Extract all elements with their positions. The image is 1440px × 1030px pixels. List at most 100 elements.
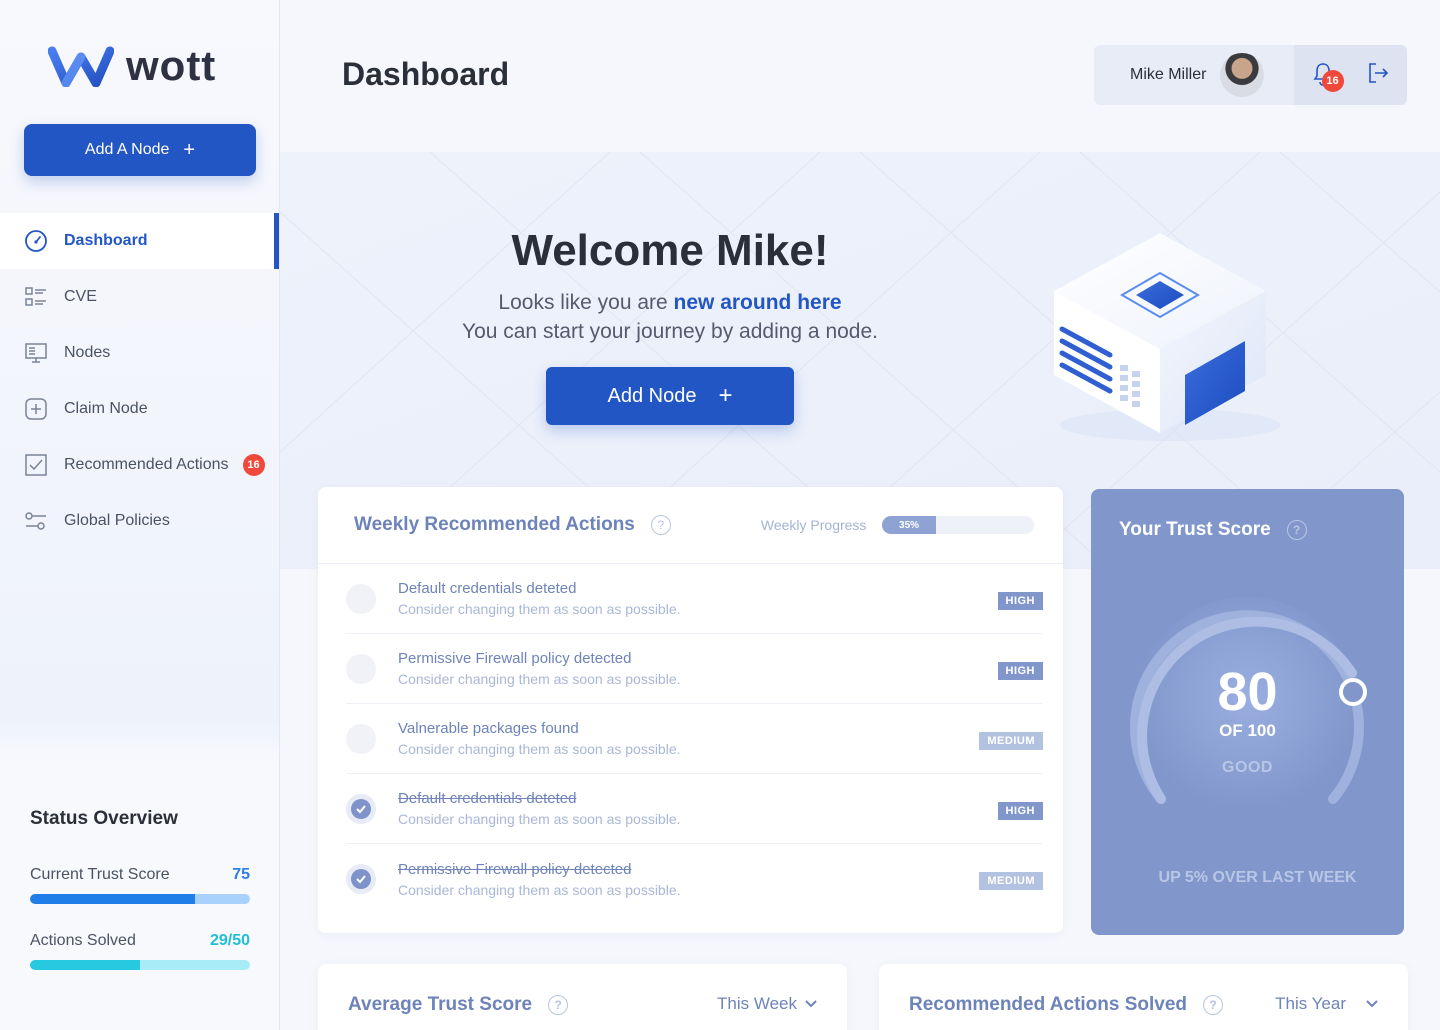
weekly-progress-label: Weekly Progress — [760, 517, 867, 533]
check-icon — [351, 798, 371, 819]
avatar — [1220, 53, 1265, 97]
actions-solved-bar-fill — [30, 960, 140, 970]
severity-badge: HIGH — [997, 662, 1043, 680]
action-subtitle: Consider changing them as soon as possib… — [398, 741, 681, 757]
speedometer-icon — [24, 229, 48, 253]
sidebar-nav: Dashboard CVE Nodes Claim Node Recommend… — [0, 213, 279, 549]
sidebar: wott Add A Node + Dashboard CVE Nodes Cl… — [0, 0, 280, 1030]
action-title: Permissive Firewall policy detected — [398, 650, 632, 667]
trust-score-trend: UP 5% OVER LAST WEEK — [1158, 869, 1357, 886]
average-trust-score-card: Average Trust Score ? This Week — [318, 964, 847, 1030]
action-checkbox[interactable] — [346, 723, 376, 754]
severity-badge: HIGH — [997, 592, 1043, 610]
actions-solved-value: 29/50 — [209, 932, 250, 949]
add-a-node-label: Add A Node — [84, 141, 170, 158]
wott-logo[interactable]: wott — [48, 42, 216, 90]
help-icon[interactable]: ? — [1203, 995, 1224, 1015]
chevron-down-icon — [1366, 1000, 1378, 1008]
action-title: Valnerable packages found — [398, 720, 579, 737]
add-node-button[interactable]: Add Node + — [546, 367, 794, 425]
trust-score-rating: GOOD — [1222, 759, 1273, 776]
plus-icon: + — [718, 382, 733, 409]
list-item[interactable]: Valnerable packages found Consider chang… — [346, 704, 1043, 774]
period-select-value: This Year — [1275, 994, 1346, 1013]
action-subtitle: Consider changing them as soon as possib… — [398, 671, 681, 687]
welcome-text: Welcome Mike! Looks like you are new aro… — [420, 226, 920, 346]
sidebar-item-claim-node[interactable]: Claim Node — [0, 381, 279, 437]
action-checkbox[interactable] — [346, 864, 376, 894]
period-select[interactable]: This Week — [717, 994, 817, 1014]
sidebar-item-recommended-actions[interactable]: Recommended Actions 16 — [0, 437, 279, 493]
welcome-heading: Welcome Mike! — [511, 226, 829, 275]
logout-button[interactable] — [1366, 61, 1390, 90]
action-checkbox[interactable] — [346, 793, 376, 824]
actions-solved-title: Recommended Actions Solved — [909, 994, 1188, 1015]
list-item[interactable]: Default credentials deteted Consider cha… — [346, 564, 1043, 634]
weekly-progress-value: 35% — [899, 519, 920, 531]
action-title: Default credentials deteted — [398, 790, 577, 807]
user-name: Mike Miller — [1130, 66, 1207, 83]
welcome-line1: Looks like you are — [498, 291, 668, 314]
sidebar-item-cve[interactable]: CVE — [0, 269, 279, 325]
action-list: Default credentials deteted Consider cha… — [318, 564, 1063, 914]
help-icon[interactable]: ? — [1286, 520, 1307, 540]
plus-square-icon — [24, 397, 48, 421]
weekly-progress-fill: 35% — [882, 516, 936, 534]
severity-badge: MEDIUM — [979, 872, 1043, 890]
add-a-node-button[interactable]: Add A Node + — [24, 124, 256, 176]
plus-icon: + — [183, 138, 196, 161]
action-checkbox[interactable] — [346, 583, 376, 614]
user-profile[interactable]: Mike Miller — [1094, 45, 1294, 105]
action-subtitle: Consider changing them as soon as possib… — [398, 811, 681, 827]
welcome-line2: You can start your journey by adding a n… — [461, 320, 878, 343]
server-icon — [24, 341, 48, 365]
list-item[interactable]: Permissive Firewall policy detected Cons… — [346, 634, 1043, 704]
average-trust-score-title: Average Trust Score — [348, 994, 533, 1015]
sidebar-item-label: Global Policies — [64, 512, 170, 529]
trust-score-max: OF 100 — [1219, 721, 1276, 740]
sidebar-item-nodes[interactable]: Nodes — [0, 325, 279, 381]
sidebar-item-label: Claim Node — [64, 400, 148, 417]
list-item[interactable]: Permissive Firewall policy detected Cons… — [346, 844, 1043, 914]
notification-count-badge: 16 — [1321, 70, 1344, 92]
recommended-actions-solved-card: Recommended Actions Solved ? This Year — [879, 964, 1408, 1030]
action-checkbox[interactable] — [346, 653, 376, 684]
sidebar-item-label: Nodes — [64, 344, 111, 361]
notification-badge: 16 — [242, 454, 265, 476]
notifications-button[interactable]: 16 — [1312, 62, 1344, 92]
welcome-highlight-link[interactable]: new around here — [674, 291, 842, 314]
severity-badge: MEDIUM — [979, 732, 1043, 750]
action-subtitle: Consider changing them as soon as possib… — [398, 881, 681, 898]
status-overview-title: Status Overview — [30, 808, 178, 829]
trust-score-bar-fill — [30, 894, 195, 904]
logout-icon — [1368, 62, 1388, 83]
logo-mark-icon — [48, 46, 114, 87]
actions-solved-label: Actions Solved — [30, 932, 136, 949]
trust-score-value: 80 — [1217, 662, 1278, 722]
help-icon[interactable]: ? — [650, 515, 671, 535]
sidebar-item-label: Dashboard — [64, 232, 148, 249]
current-trust-score-value: 75 — [232, 866, 250, 883]
user-menu: Mike Miller 16 — [1094, 45, 1407, 105]
list-item[interactable]: Default credentials deteted Consider cha… — [346, 774, 1043, 844]
help-icon[interactable]: ? — [548, 995, 569, 1015]
severity-badge: HIGH — [997, 802, 1043, 820]
add-node-label: Add Node — [607, 384, 697, 407]
list-icon — [24, 285, 48, 309]
trust-score-bar — [30, 894, 250, 904]
sidebar-item-dashboard[interactable]: Dashboard — [0, 213, 279, 269]
sliders-icon — [24, 509, 48, 533]
chevron-down-icon — [805, 1000, 817, 1008]
period-select-value: This Week — [717, 994, 797, 1013]
sidebar-item-label: CVE — [64, 288, 97, 305]
period-select[interactable]: This Year — [1275, 994, 1378, 1014]
trust-score-title: Your Trust Score — [1119, 519, 1271, 540]
action-title: Default credentials deteted — [398, 580, 577, 597]
sidebar-item-global-policies[interactable]: Global Policies — [0, 493, 279, 549]
check-icon — [351, 869, 371, 889]
trust-score-card: Your Trust Score ? 80 OF 100 GOOD UP 5% … — [1091, 489, 1404, 935]
status-overview: Status Overview Current Trust Score 75 A… — [30, 808, 250, 998]
page-title: Dashboard — [342, 56, 510, 92]
actions-solved-bar — [30, 960, 250, 970]
weekly-actions-title: Weekly Recommended Actions — [354, 514, 635, 535]
